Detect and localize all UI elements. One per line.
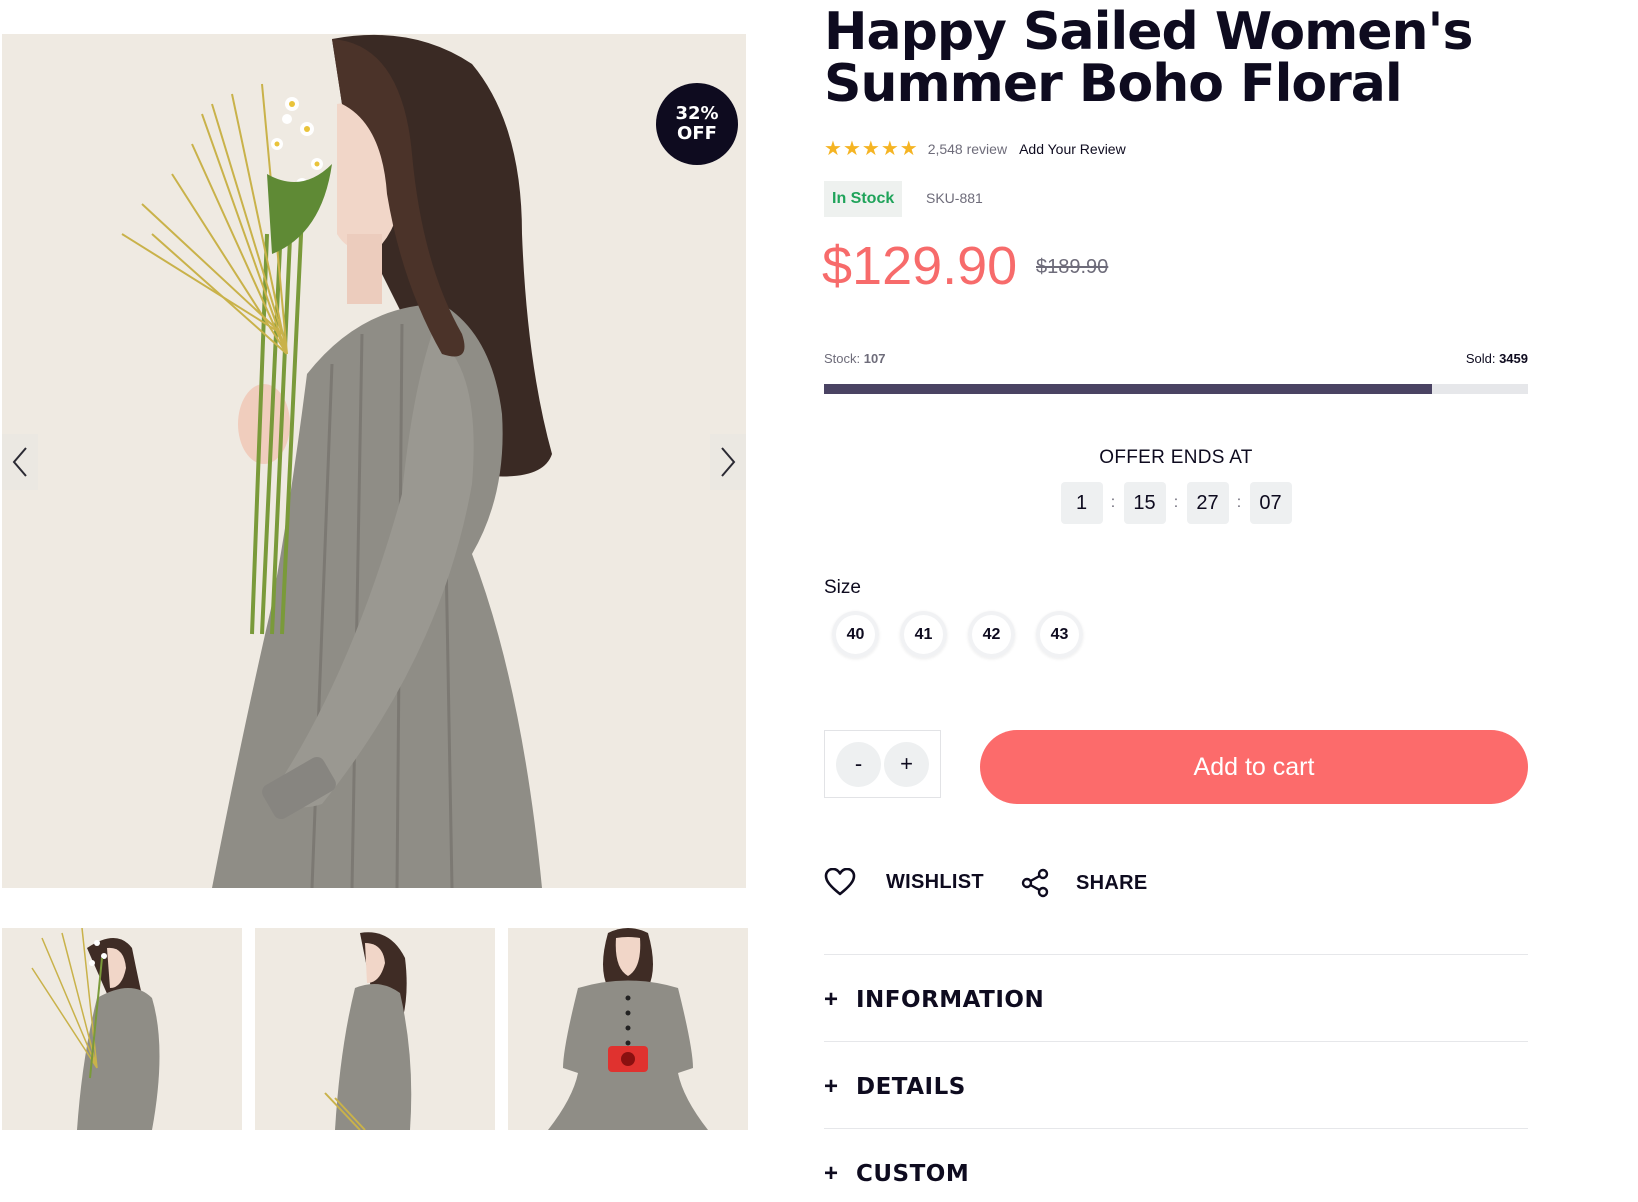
thumbnail-1[interactable] xyxy=(2,928,242,1130)
share-label: SHARE xyxy=(1076,871,1148,894)
accordion-divider xyxy=(824,1128,1528,1129)
next-image-button[interactable] xyxy=(710,434,746,490)
sold-count: Sold: 3459 xyxy=(1466,351,1528,366)
original-price: $189.90 xyxy=(1036,256,1109,278)
stock-label-text: Stock: xyxy=(824,351,861,366)
discount-off: OFF xyxy=(677,123,717,144)
size-option-41[interactable]: 41 xyxy=(900,611,947,658)
discount-badge: 32% OFF xyxy=(656,83,738,165)
review-count[interactable]: 2,548 review xyxy=(928,141,1007,157)
sku-label: SKU-881 xyxy=(926,190,983,206)
rating-stars: ★ ★ ★ ★ ★ xyxy=(824,139,918,159)
thumbnail-3[interactable] xyxy=(508,928,748,1130)
accordion-divider xyxy=(824,954,1528,955)
size-label: Size xyxy=(824,577,861,598)
sales-progress-fill xyxy=(824,384,1433,394)
sold-value: 3459 xyxy=(1499,351,1528,366)
heart-icon xyxy=(824,868,856,896)
wishlist-button[interactable]: WISHLIST xyxy=(824,868,984,896)
plus-icon: + xyxy=(824,986,839,1013)
accordion-label: CUSTOM xyxy=(856,1161,970,1187)
accordion-information[interactable]: + INFORMATION xyxy=(824,980,1528,1020)
wishlist-label: WISHLIST xyxy=(886,870,984,893)
stock-value: 107 xyxy=(863,351,886,366)
countdown-separator: : xyxy=(1173,494,1179,511)
thumbnail-2[interactable] xyxy=(255,928,495,1130)
countdown-days: 1 xyxy=(1060,482,1103,524)
accordion-custom[interactable]: + CUSTOM xyxy=(824,1154,1528,1194)
size-option-40[interactable]: 40 xyxy=(832,611,879,658)
countdown-seconds: 07 xyxy=(1249,482,1292,524)
star-icon: ★ xyxy=(842,138,861,160)
discount-percent: 32% xyxy=(675,103,719,124)
offer-title: OFFER ENDS AT xyxy=(1099,447,1253,468)
stock-count: Stock: 107 xyxy=(824,351,885,366)
in-stock-badge: In Stock xyxy=(824,181,903,217)
accordion-label: INFORMATION xyxy=(856,987,1045,1013)
current-price: $129.90 xyxy=(822,236,1018,296)
main-product-image: 32% OFF xyxy=(2,34,746,888)
thumbnail-image xyxy=(508,928,748,1130)
star-icon: ★ xyxy=(880,138,899,160)
quantity-decrease-button[interactable]: - xyxy=(836,741,881,787)
size-options: 40 41 42 43 xyxy=(832,611,1083,658)
previous-image-button[interactable] xyxy=(2,434,38,490)
countdown-separator: : xyxy=(1236,494,1242,511)
star-icon: ★ xyxy=(899,138,918,160)
size-option-42[interactable]: 42 xyxy=(968,611,1015,658)
plus-icon: + xyxy=(824,1073,839,1100)
accordion-divider xyxy=(824,1041,1528,1042)
countdown-hours: 15 xyxy=(1123,482,1166,524)
thumbnail-image xyxy=(2,928,242,1130)
quantity-stepper: - + xyxy=(824,730,941,798)
share-button[interactable]: SHARE xyxy=(1020,868,1148,898)
sold-label-text: Sold: xyxy=(1465,351,1496,366)
chevron-left-icon xyxy=(12,447,27,477)
product-photo xyxy=(2,34,746,888)
add-review-link[interactable]: Add Your Review xyxy=(1019,141,1126,157)
countdown-separator: : xyxy=(1110,494,1116,511)
product-title: Happy Sailed Women's Summer Boho Floral xyxy=(824,2,1473,114)
star-icon: ★ xyxy=(861,138,880,160)
accordion-label: DETAILS xyxy=(856,1074,966,1100)
rating-row: ★ ★ ★ ★ ★ 2,548 review Add Your Review xyxy=(824,137,1126,161)
countdown-minutes: 27 xyxy=(1186,482,1229,524)
share-icon xyxy=(1021,868,1049,898)
size-option-43[interactable]: 43 xyxy=(1036,611,1083,658)
plus-icon: + xyxy=(824,1160,839,1187)
sales-progress-bar xyxy=(824,384,1528,394)
accordion-details[interactable]: + DETAILS xyxy=(824,1067,1528,1107)
countdown-timer: 1 : 15 : 27 : 07 xyxy=(824,482,1528,524)
star-icon: ★ xyxy=(824,138,842,160)
quantity-increase-button[interactable]: + xyxy=(884,741,929,787)
add-to-cart-button[interactable]: Add to cart xyxy=(980,730,1528,804)
chevron-right-icon xyxy=(721,447,736,477)
thumbnail-image xyxy=(255,928,495,1130)
